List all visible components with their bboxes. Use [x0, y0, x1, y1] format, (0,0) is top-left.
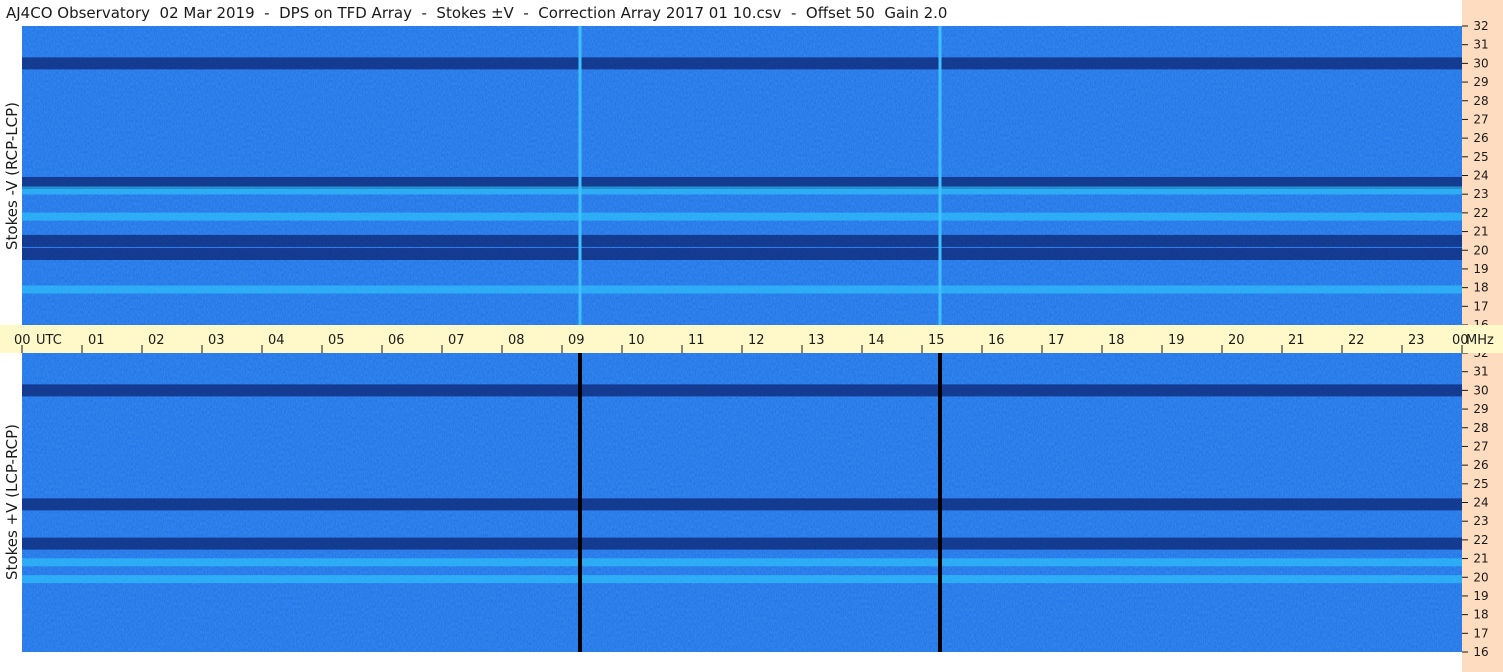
time-start-unit: UTC — [36, 333, 62, 348]
freq-tick-label: 25 — [1473, 150, 1488, 164]
time-tick-label: 13 — [808, 333, 825, 348]
time-tick-label: 10 — [628, 333, 645, 348]
time-tick-label: 11 — [688, 333, 705, 348]
bright-band — [22, 186, 1462, 195]
freq-tick-label: 17 — [1473, 299, 1488, 313]
time-tick-label: 05 — [328, 333, 345, 348]
freq-tick-label: 24 — [1473, 169, 1488, 183]
time-tick-label: 08 — [508, 333, 525, 348]
freq-tick-label: 17 — [1473, 626, 1488, 640]
bright-band — [22, 575, 1462, 584]
freq-tick-label: 25 — [1473, 477, 1488, 491]
dark-band — [22, 234, 1462, 247]
vertical-line — [578, 26, 582, 325]
dark-band — [22, 537, 1462, 550]
time-tick-label: 12 — [748, 333, 765, 348]
time-tick-label: 03 — [208, 333, 225, 348]
freq-tick-label: 29 — [1473, 402, 1488, 416]
freq-tick-label: 27 — [1473, 112, 1488, 126]
time-tick-label: 00 — [14, 333, 31, 348]
freq-tick-label: 32 — [1473, 19, 1488, 33]
time-tick-label: 15 — [928, 333, 945, 348]
freq-tick-label: 16 — [1473, 645, 1488, 659]
time-tick-label: 21 — [1288, 333, 1305, 348]
dark-band — [22, 384, 1462, 397]
freq-tick-label: 23 — [1473, 187, 1488, 201]
freq-tick-label: 18 — [1473, 608, 1488, 622]
time-tick-label: 02 — [148, 333, 165, 348]
freq-tick-label: 26 — [1473, 458, 1488, 472]
time-tick-label: 18 — [1108, 333, 1125, 348]
time-end-unit: MHz — [1466, 333, 1494, 348]
top-panel-ylabel: Stokes -V (RCP-LCP) — [3, 102, 21, 250]
freq-tick-label: 26 — [1473, 131, 1488, 145]
dark-band — [22, 498, 1462, 511]
panel-stokes-minus-v: 3231302928272625242322212019181716 — [22, 19, 1489, 332]
time-tick-label: 23 — [1408, 333, 1425, 348]
freq-tick-label: 18 — [1473, 281, 1488, 295]
time-tick-label: 14 — [868, 333, 885, 348]
freq-tick-label: 28 — [1473, 421, 1488, 435]
freq-tick-label: 31 — [1473, 365, 1488, 379]
time-tick-label: 07 — [448, 333, 465, 348]
freq-tick-label: 24 — [1473, 496, 1488, 510]
freq-tick-label: 19 — [1473, 589, 1488, 603]
freq-tick-label: 29 — [1473, 75, 1488, 89]
time-tick-label: 09 — [568, 333, 585, 348]
vertical-line — [938, 353, 942, 652]
freq-tick-label: 21 — [1473, 552, 1488, 566]
time-tick-label: 04 — [268, 333, 285, 348]
freq-tick-label: 31 — [1473, 38, 1488, 52]
vertical-line — [578, 353, 582, 652]
freq-tick-label: 27 — [1473, 439, 1488, 453]
dark-band — [22, 57, 1462, 70]
panel-stokes-plus-v: 3231302928272625242322212019181716 — [22, 346, 1489, 659]
freq-tick-label: 22 — [1473, 206, 1488, 220]
vertical-line — [938, 26, 942, 325]
freq-tick-label: 19 — [1473, 262, 1488, 276]
bottom-panel-ylabel: Stokes +V (LCP-RCP) — [3, 424, 21, 580]
time-tick-label: 01 — [88, 333, 105, 348]
time-tick-label: 17 — [1048, 333, 1065, 348]
freq-tick-label: 20 — [1473, 243, 1488, 257]
time-tick-label: 06 — [388, 333, 405, 348]
time-tick-label: 22 — [1348, 333, 1365, 348]
bright-band — [22, 285, 1462, 294]
freq-tick-label: 20 — [1473, 570, 1488, 584]
dark-band — [22, 247, 1462, 260]
freq-tick-label: 28 — [1473, 94, 1488, 108]
time-axis-bar: 00 01 02 03 04 05 06 07 08 09 10 11 12 13 14 15 16 17 18 19… — [0, 325, 1503, 353]
freq-tick-label: 23 — [1473, 514, 1488, 528]
freq-tick-label: 21 — [1473, 225, 1488, 239]
bright-band — [22, 212, 1462, 221]
spectrogram-noise — [22, 26, 1462, 325]
freq-tick-label: 30 — [1473, 383, 1488, 397]
freq-tick-label: 30 — [1473, 56, 1488, 70]
bright-band — [22, 558, 1462, 567]
time-tick-label: 16 — [988, 333, 1005, 348]
time-tick-label: 20 — [1228, 333, 1245, 348]
time-tick-label: 19 — [1168, 333, 1185, 348]
spectrogram-chart: 3231302928272625242322212019181716 32313… — [0, 19, 1503, 659]
freq-tick-label: 22 — [1473, 533, 1488, 547]
